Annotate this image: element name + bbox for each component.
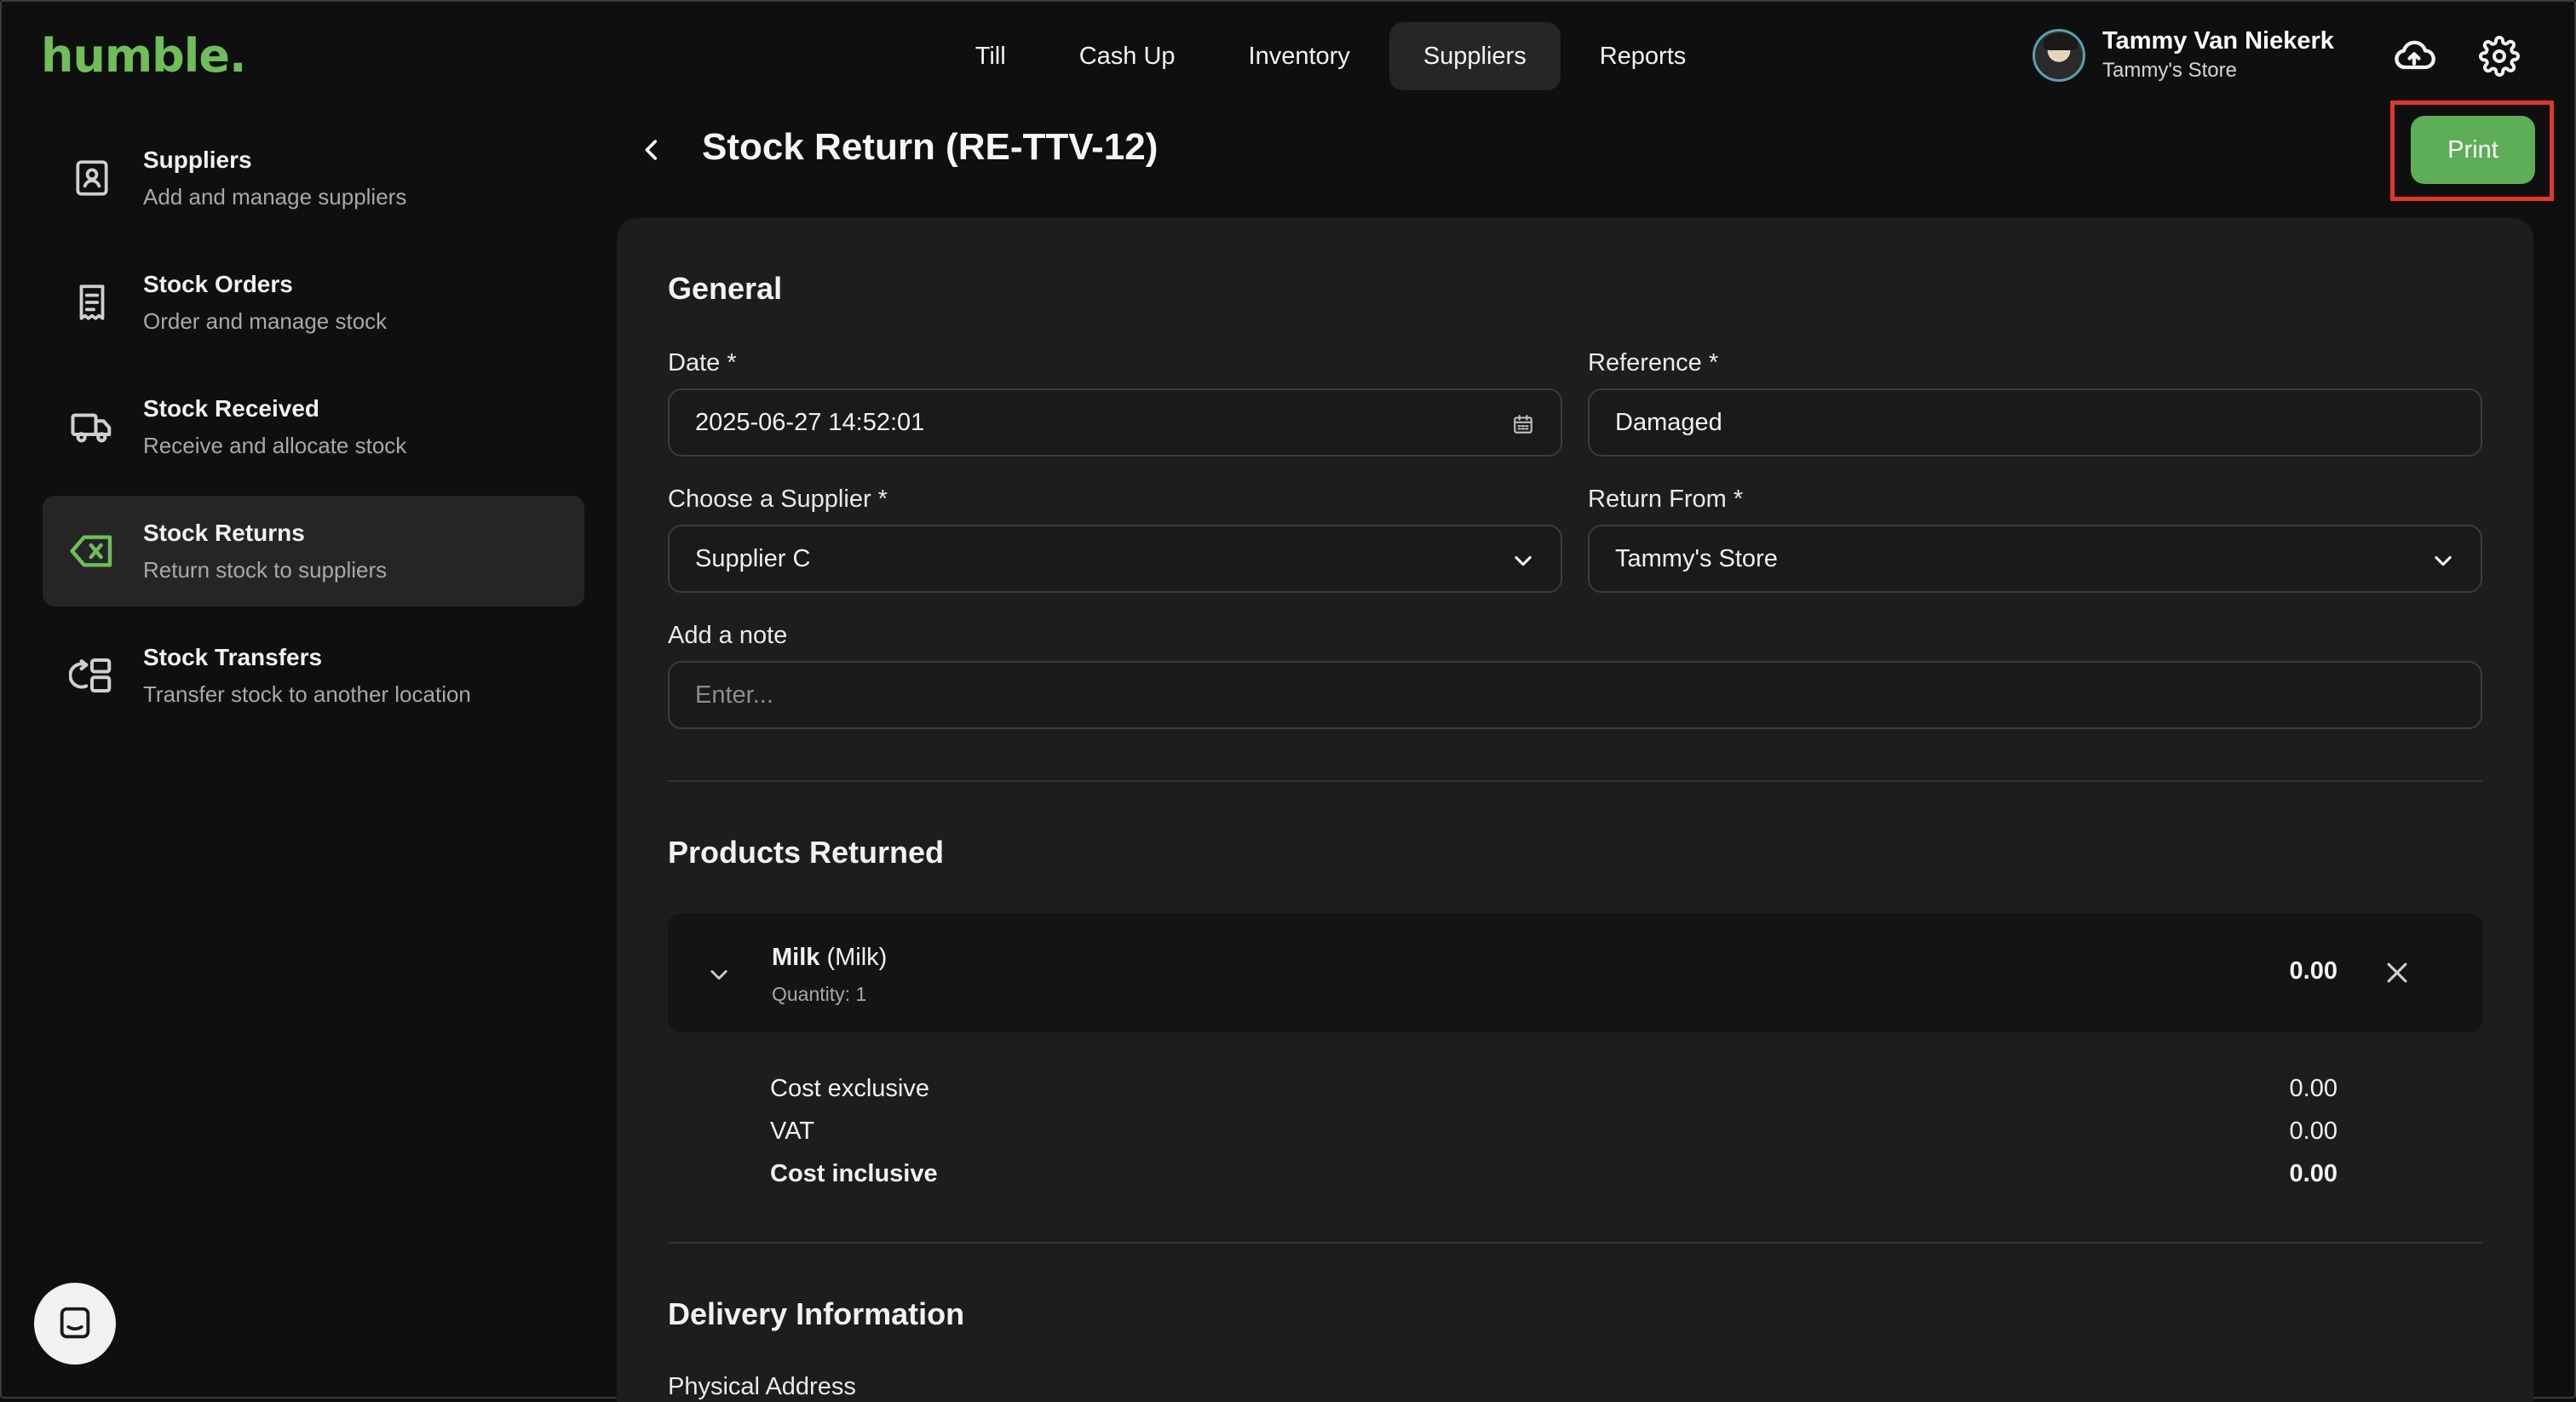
general-section-title: General <box>668 271 783 306</box>
sidebar-item-title: Stock Transfers <box>143 643 323 670</box>
supplier-select[interactable]: Supplier C <box>668 525 1562 593</box>
sidebar-item-subtitle: Order and manage stock <box>143 307 388 334</box>
cost-inclusive-value: 0.00 <box>2289 1160 2337 1187</box>
user-profile[interactable]: Tammy Van Niekerk Tammy's Store <box>2033 27 2334 83</box>
cost-exclusive-row: Cost exclusive 0.00 <box>770 1075 2337 1103</box>
product-total: 0.00 <box>2289 957 2337 985</box>
note-input[interactable] <box>695 681 2455 710</box>
date-label: Date * <box>668 349 737 376</box>
cost-inclusive-row: Cost inclusive 0.00 <box>770 1160 2337 1188</box>
chevron-down-icon <box>1508 545 1538 576</box>
chevron-down-icon[interactable] <box>702 957 736 991</box>
sidebar-item-title: Stock Returns <box>143 519 305 546</box>
nav-till[interactable]: Till <box>941 22 1040 90</box>
close-icon[interactable] <box>2380 956 2414 990</box>
sidebar-item-title: Stock Orders <box>143 270 293 297</box>
nav-suppliers[interactable]: Suppliers <box>1389 22 1561 90</box>
note-field[interactable] <box>668 661 2482 729</box>
products-section-title: Products Returned <box>668 835 945 870</box>
supplier-label: Choose a Supplier * <box>668 486 888 513</box>
nav-reports[interactable]: Reports <box>1566 22 1721 90</box>
receipt-icon <box>68 279 116 326</box>
cloud-upload-icon[interactable] <box>2390 32 2438 80</box>
avatar <box>2033 28 2085 82</box>
nav-inventory[interactable]: Inventory <box>1215 22 1384 90</box>
top-bar: humble. Till Cash Up Inventory Suppliers… <box>0 0 2576 111</box>
supplier-badge-icon <box>68 154 116 202</box>
humble-logo[interactable]: humble. <box>41 29 246 83</box>
return-x-icon <box>68 527 116 575</box>
product-name: Milk <box>772 944 820 971</box>
sidebar-item-subtitle: Add and manage suppliers <box>143 183 407 210</box>
product-variant: (Milk) <box>826 944 888 971</box>
gear-icon[interactable] <box>2475 32 2523 80</box>
date-field[interactable]: 2025-06-27 14:52:01 <box>668 388 1562 457</box>
sidebar-item-stock-transfers[interactable]: Stock Transfers Transfer stock to anothe… <box>43 620 584 731</box>
return-from-label: Return From * <box>1588 486 1744 513</box>
chat-icon[interactable] <box>34 1283 116 1365</box>
return-from-select[interactable]: Tammy's Store <box>1588 525 2482 593</box>
transfer-icon <box>68 652 116 699</box>
sidebar-item-subtitle: Transfer stock to another location <box>143 681 471 707</box>
reference-field[interactable]: Damaged <box>1588 388 2482 457</box>
sidebar-item-stock-received[interactable]: Stock Received Receive and allocate stoc… <box>43 371 584 482</box>
vat-value: 0.00 <box>2289 1118 2337 1145</box>
product-row[interactable]: Milk (Milk) Quantity: 1 0.00 <box>668 913 2482 1032</box>
page-title: Stock Return (RE-TTV-12) <box>702 126 1159 168</box>
vat-label: VAT <box>770 1118 815 1145</box>
vat-row: VAT 0.00 <box>770 1118 2337 1146</box>
sidebar-item-title: Suppliers <box>143 146 252 173</box>
reference-label: Reference * <box>1588 349 1719 376</box>
date-value: 2025-06-27 14:52:01 <box>695 408 925 436</box>
delivery-section-title: Delivery Information <box>668 1296 965 1331</box>
sidebar-item-stock-orders[interactable]: Stock Orders Order and manage stock <box>43 247 584 358</box>
cost-inclusive-label: Cost inclusive <box>770 1160 938 1187</box>
section-divider <box>668 780 2482 782</box>
product-quantity: Quantity: 1 <box>772 983 867 1005</box>
cost-exclusive-label: Cost exclusive <box>770 1075 929 1102</box>
return-from-value: Tammy's Store <box>1615 544 1778 572</box>
note-label: Add a note <box>668 622 788 649</box>
sidebar-item-subtitle: Return stock to suppliers <box>143 556 388 583</box>
reference-value: Damaged <box>1615 408 1722 436</box>
stock-return-panel: General Date * 2025-06-27 14:52:01 Refer… <box>617 218 2533 1402</box>
section-divider <box>668 1242 2482 1244</box>
sidebar-item-title: Stock Received <box>143 394 319 422</box>
chevron-down-icon <box>2428 545 2458 576</box>
user-store: Tammy's Store <box>2102 59 2237 82</box>
nav-cash-up[interactable]: Cash Up <box>1045 22 1210 90</box>
supplier-value: Supplier C <box>695 544 811 572</box>
calendar-icon[interactable] <box>1508 409 1538 440</box>
truck-icon <box>68 403 116 451</box>
product-name-line: Milk (Milk) <box>772 944 887 972</box>
chevron-left-icon[interactable] <box>630 126 673 174</box>
cost-exclusive-value: 0.00 <box>2289 1075 2337 1102</box>
sidebar-item-subtitle: Receive and allocate stock <box>143 432 407 458</box>
sidebar: Suppliers Add and manage suppliers Stock… <box>43 123 584 744</box>
physical-address-label: Physical Address <box>668 1373 856 1400</box>
print-button[interactable]: Print <box>2411 116 2535 184</box>
sidebar-item-stock-returns[interactable]: Stock Returns Return stock to suppliers <box>43 496 584 606</box>
sidebar-item-suppliers[interactable]: Suppliers Add and manage suppliers <box>43 123 584 233</box>
user-name: Tammy Van Niekerk <box>2102 27 2334 55</box>
